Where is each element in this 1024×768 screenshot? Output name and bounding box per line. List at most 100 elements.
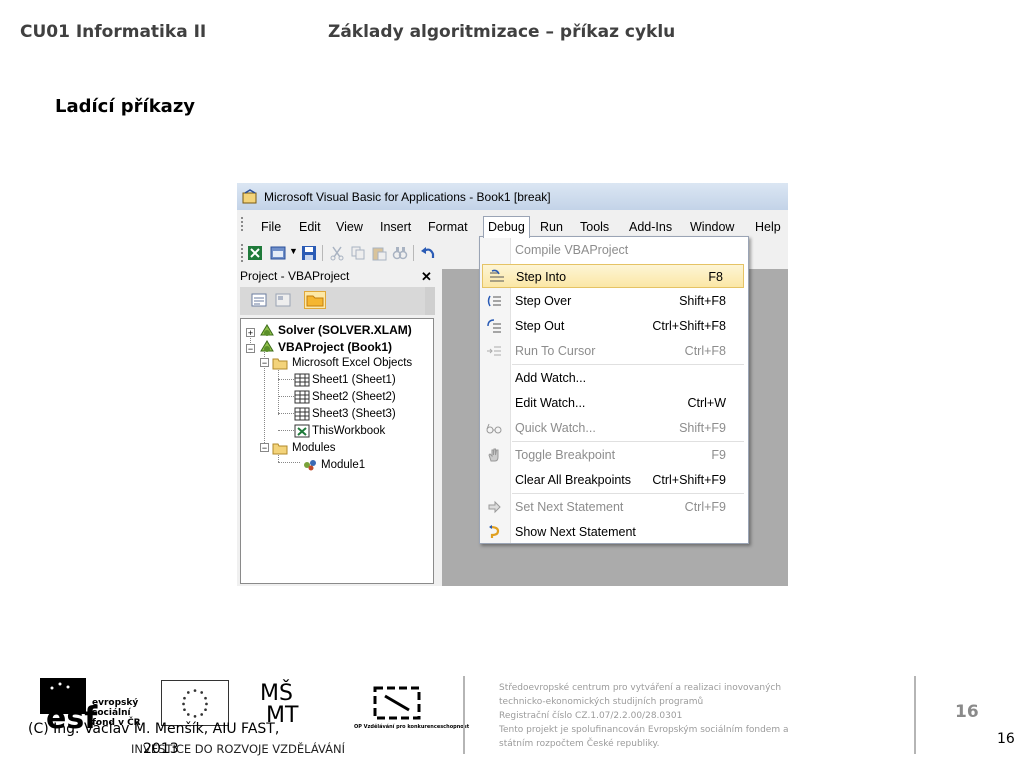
footer-divider <box>463 676 465 754</box>
folder-icon <box>272 358 288 370</box>
menu-separator <box>512 493 744 494</box>
project-pane-scrollbar[interactable] <box>425 287 435 315</box>
menu-item-step-over[interactable]: Step Over Shift+F8 <box>480 289 748 313</box>
find-icon[interactable] <box>392 245 408 261</box>
menu-item-quick-watch[interactable]: Quick Watch... Shift+F9 <box>480 416 748 440</box>
pane-splitter[interactable] <box>436 269 441 586</box>
step-into-icon <box>490 269 504 282</box>
tree-item-excel-objects[interactable]: Microsoft Excel Objects <box>292 357 412 369</box>
copy-icon[interactable] <box>350 245 366 261</box>
debug-menu-dropdown: Compile VBAProject Step Into F8 Step Ove… <box>479 236 749 544</box>
expand-toggle[interactable]: + <box>246 328 255 338</box>
vba-project-icon <box>260 340 274 352</box>
project-tree: + − − − Solver (SOLVER.XLAM) VBAProject … <box>240 318 434 584</box>
menu-help[interactable]: Help <box>755 220 781 234</box>
menu-item-edit-watch[interactable]: Edit Watch... Ctrl+W <box>480 391 748 415</box>
collapse-toggle[interactable]: − <box>260 358 269 368</box>
footer-divider <box>914 676 916 754</box>
close-icon[interactable]: ✕ <box>421 269 432 285</box>
tree-item-sheet3[interactable]: Sheet3 (Sheet3) <box>312 408 396 420</box>
undo-icon[interactable] <box>420 245 436 261</box>
slide-number-large: 16 <box>955 702 979 722</box>
menu-item-clear-breakpoints[interactable]: Clear All Breakpoints Ctrl+Shift+F9 <box>480 468 748 492</box>
tree-connector <box>278 396 294 397</box>
vba-app-icon <box>242 189 257 204</box>
msmt-logo: MŠ MT <box>260 680 299 726</box>
toolbar-grip[interactable] <box>241 244 245 262</box>
tree-item-module1[interactable]: Module1 <box>321 459 365 471</box>
menu-separator <box>512 441 744 442</box>
show-next-statement-icon <box>489 525 500 538</box>
workbook-icon <box>294 424 310 438</box>
worksheet-icon <box>294 407 310 421</box>
menu-run[interactable]: Run <box>540 220 563 234</box>
tree-item-modules[interactable]: Modules <box>292 442 335 454</box>
tree-connector <box>278 430 294 431</box>
footer-info: Středoevropské centrum pro vytváření a r… <box>499 681 879 751</box>
menu-item-add-watch[interactable]: Add Watch... <box>480 366 748 390</box>
glasses-icon <box>486 423 502 434</box>
cut-icon[interactable] <box>329 245 345 261</box>
save-icon[interactable] <box>301 245 317 261</box>
tree-item-sheet1[interactable]: Sheet1 (Sheet1) <box>312 374 396 386</box>
section-title: Ladící příkazy <box>55 96 196 117</box>
toggle-folders-icon[interactable] <box>304 291 326 309</box>
footer-info-line: Středoevropské centrum pro vytváření a r… <box>499 683 782 693</box>
menu-add-ins[interactable]: Add-Ins <box>629 220 672 234</box>
menu-debug[interactable]: Debug <box>483 216 530 238</box>
arrow-right-icon <box>488 500 501 514</box>
copyright-text: (C) Ing. Václav M. Menšík, AIU FAST, <box>28 721 280 737</box>
menu-tools[interactable]: Tools <box>580 220 609 234</box>
menu-format[interactable]: Format <box>428 220 468 234</box>
step-out-icon <box>487 319 501 333</box>
menu-item-set-next-statement[interactable]: Set Next Statement Ctrl+F9 <box>480 495 748 519</box>
copyright-year: 2013 <box>143 741 179 757</box>
menu-item-step-into[interactable]: Step Into F8 <box>482 264 744 288</box>
tree-item-vbaproject[interactable]: VBAProject (Book1) <box>278 340 392 354</box>
module-icon <box>304 460 316 471</box>
toolbar-separator <box>413 245 414 261</box>
menu-separator <box>512 364 744 365</box>
view-excel-icon[interactable] <box>247 245 263 261</box>
menu-file[interactable]: File <box>261 220 281 234</box>
menu-insert[interactable]: Insert <box>380 220 411 234</box>
view-code-icon[interactable] <box>250 292 268 308</box>
menu-edit[interactable]: Edit <box>299 220 321 234</box>
worksheet-icon <box>294 373 310 387</box>
tree-connector <box>278 462 300 463</box>
menubar-grip[interactable] <box>241 217 245 231</box>
tree-item-thisworkbook[interactable]: ThisWorkbook <box>312 425 385 437</box>
project-pane-title: Project - VBAProject <box>240 269 350 283</box>
footer-info-line: Registrační číslo CZ.1.07/2.2.00/28.0301 <box>499 711 683 721</box>
toolbar-separator <box>322 245 323 261</box>
menu-item-toggle-breakpoint[interactable]: Toggle Breakpoint F9 <box>480 443 748 467</box>
slide-number: 16 <box>997 731 1015 747</box>
menu-item-compile[interactable]: Compile VBAProject <box>480 238 748 262</box>
tree-connector <box>278 413 294 414</box>
menu-window[interactable]: Window <box>690 220 734 234</box>
footer-info-line: Tento projekt je spolufinancován Evropsk… <box>499 725 789 735</box>
window-title: Microsoft Visual Basic for Applications … <box>264 190 551 204</box>
insert-userform-icon[interactable] <box>270 245 286 261</box>
menu-item-run-to-cursor[interactable]: Run To Cursor Ctrl+F8 <box>480 339 748 363</box>
hand-icon <box>488 448 499 462</box>
menu-item-show-next-statement[interactable]: Show Next Statement <box>480 520 748 544</box>
collapse-toggle[interactable]: − <box>246 344 255 354</box>
dropdown-arrow-icon[interactable]: ▼ <box>289 246 298 256</box>
collapse-toggle[interactable]: − <box>260 443 269 453</box>
tree-item-sheet2[interactable]: Sheet2 (Sheet2) <box>312 391 396 403</box>
run-to-cursor-icon <box>487 346 501 356</box>
vba-project-icon <box>260 324 274 336</box>
project-pane-toolbar <box>240 287 434 315</box>
course-title: CU01 Informatika II <box>20 22 207 42</box>
eu-flag-logo <box>161 680 229 726</box>
tree-connector <box>278 379 294 380</box>
menu-view[interactable]: View <box>336 220 363 234</box>
op-label: OP Vzdělávání pro konkurenceschopnost <box>354 724 470 730</box>
worksheet-icon <box>294 390 310 404</box>
paste-icon[interactable] <box>371 245 387 261</box>
tree-item-solver[interactable]: Solver (SOLVER.XLAM) <box>278 323 412 337</box>
menu-item-step-out[interactable]: Step Out Ctrl+Shift+F8 <box>480 314 748 338</box>
view-object-icon[interactable] <box>274 292 292 308</box>
window-titlebar[interactable]: Microsoft Visual Basic for Applications … <box>237 183 788 210</box>
